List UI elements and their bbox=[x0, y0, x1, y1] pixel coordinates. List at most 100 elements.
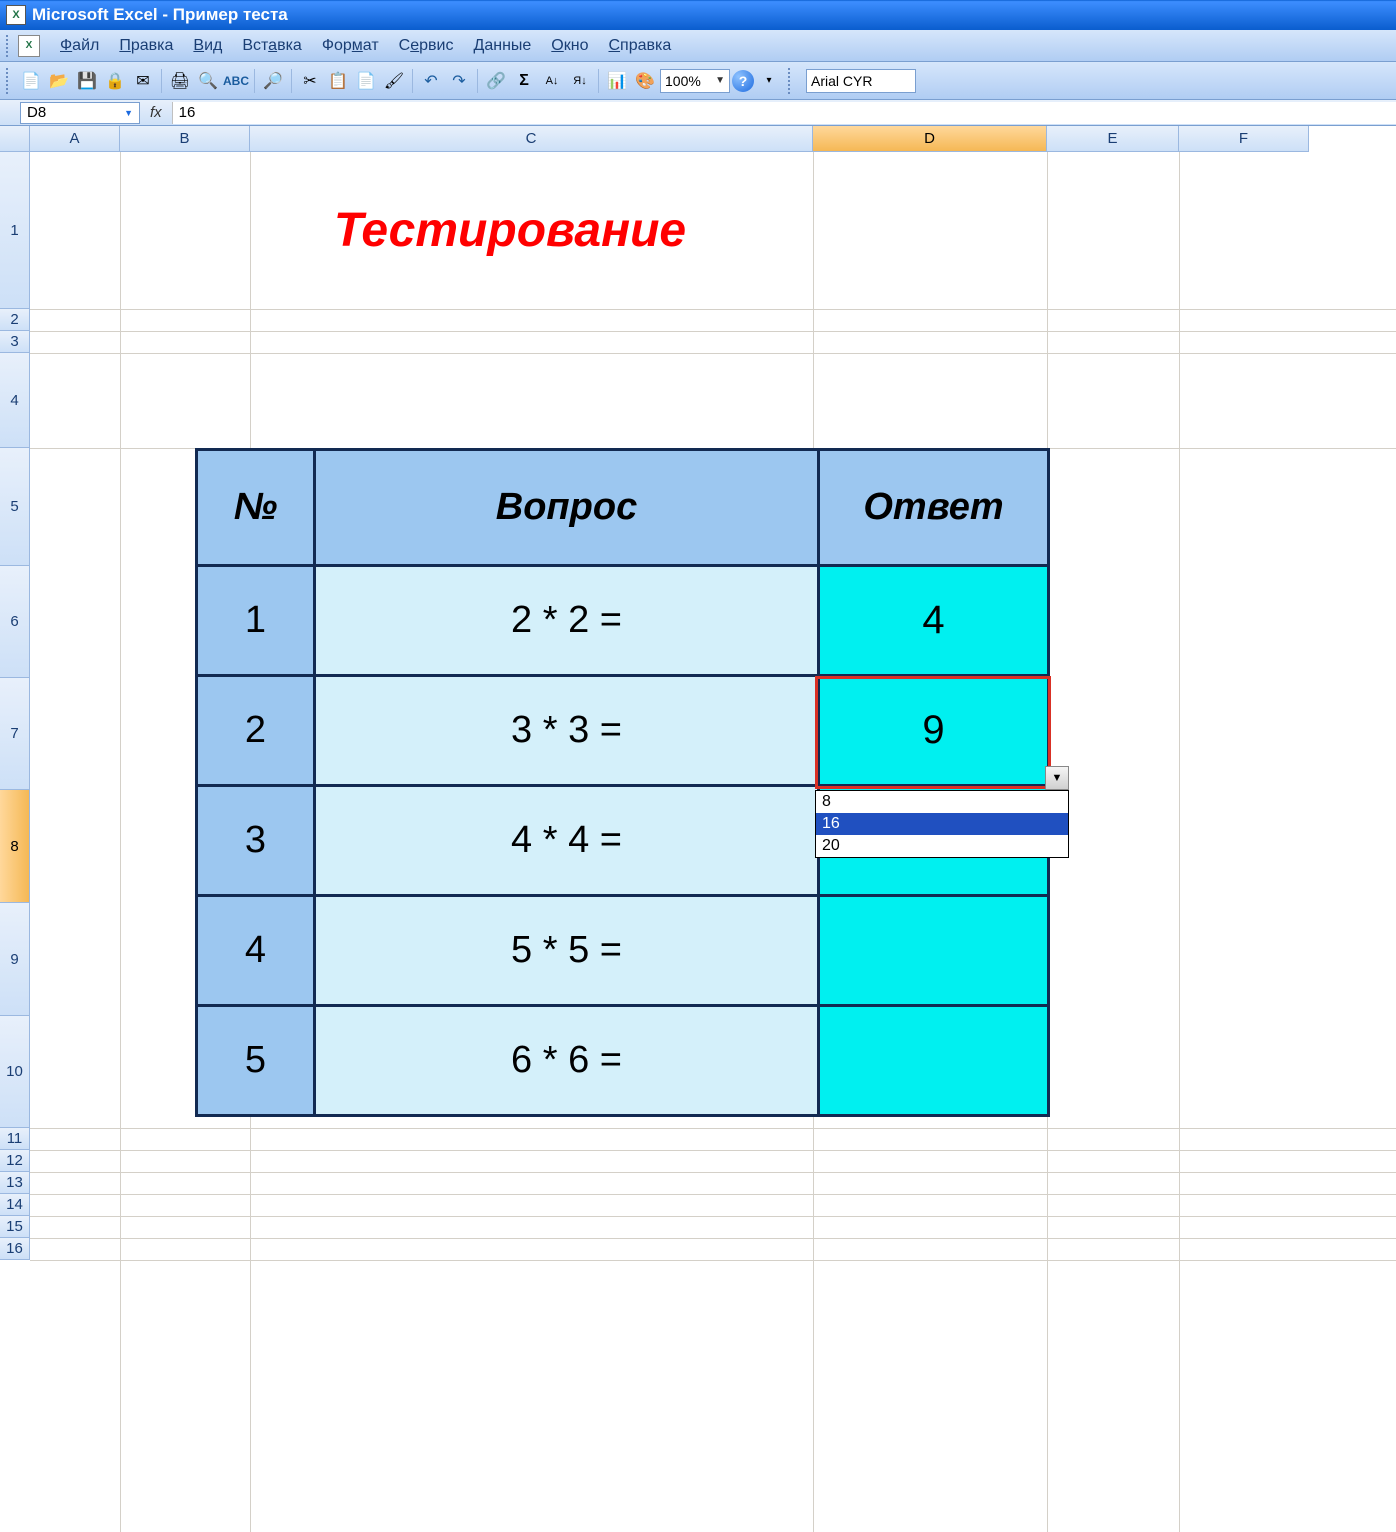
cell-answer[interactable]: 9 bbox=[819, 676, 1049, 786]
font-combo[interactable]: Arial CYR bbox=[806, 69, 916, 93]
row-header-16[interactable]: 16 bbox=[0, 1238, 30, 1260]
row-header-13[interactable]: 13 bbox=[0, 1172, 30, 1194]
menu-insert[interactable]: Вставка bbox=[232, 33, 311, 59]
row-header-2[interactable]: 2 bbox=[0, 309, 30, 331]
formula-value: 16 bbox=[179, 104, 196, 121]
open-button[interactable]: 📂 bbox=[46, 68, 72, 94]
dropdown-button[interactable]: ▼ bbox=[1045, 766, 1069, 790]
sheet-title: Тестирование bbox=[120, 152, 900, 309]
dropdown-option-highlighted[interactable]: 16 bbox=[816, 813, 1068, 835]
research-button[interactable]: 🔎 bbox=[260, 68, 286, 94]
copy-button[interactable]: 📋 bbox=[325, 68, 351, 94]
menu-data[interactable]: Данные bbox=[463, 33, 541, 59]
save-button[interactable]: 💾 bbox=[74, 68, 100, 94]
col-header-D[interactable]: D bbox=[813, 126, 1047, 152]
cell-question[interactable]: 2 * 2 = bbox=[315, 566, 819, 676]
sort-desc-button[interactable]: Я↓ bbox=[567, 68, 593, 94]
paste-button[interactable]: 📄 bbox=[353, 68, 379, 94]
undo-button[interactable]: ↶ bbox=[418, 68, 444, 94]
row-header-14[interactable]: 14 bbox=[0, 1194, 30, 1216]
cell-num[interactable]: 2 bbox=[197, 676, 315, 786]
menu-edit[interactable]: Правка bbox=[109, 33, 183, 59]
cell-reference: D8 bbox=[27, 104, 46, 121]
dropdown-option[interactable]: 20 bbox=[816, 835, 1068, 857]
row-header-7[interactable]: 7 bbox=[0, 678, 30, 790]
menu-file[interactable]: Файл bbox=[50, 33, 109, 59]
cell-answer[interactable] bbox=[819, 1006, 1049, 1116]
autosum-button[interactable]: Σ bbox=[511, 68, 537, 94]
help-button[interactable]: ? bbox=[732, 70, 754, 92]
separator-icon bbox=[598, 69, 599, 93]
print-button[interactable]: 🖨 bbox=[167, 68, 193, 94]
col-header-F[interactable]: F bbox=[1179, 126, 1309, 152]
cell-question[interactable]: 3 * 3 = bbox=[315, 676, 819, 786]
cell-answer[interactable] bbox=[819, 896, 1049, 1006]
sort-asc-button[interactable]: А↓ bbox=[539, 68, 565, 94]
print-preview-button[interactable]: 🔍 bbox=[195, 68, 221, 94]
column-headers: A B C D E F bbox=[30, 126, 1309, 152]
cell-question[interactable]: 5 * 5 = bbox=[315, 896, 819, 1006]
header-number: № bbox=[197, 450, 315, 566]
row-header-5[interactable]: 5 bbox=[0, 448, 30, 566]
fx-label[interactable]: fx bbox=[150, 104, 162, 121]
drawing-button[interactable]: 🎨 bbox=[632, 68, 658, 94]
cell-num[interactable]: 5 bbox=[197, 1006, 315, 1116]
row-header-4[interactable]: 4 bbox=[0, 353, 30, 448]
name-box[interactable]: D8 ▼ bbox=[20, 102, 140, 124]
row-header-15[interactable]: 15 bbox=[0, 1216, 30, 1238]
header-question: Вопрос bbox=[315, 450, 819, 566]
email-button[interactable]: ✉ bbox=[130, 68, 156, 94]
menu-format[interactable]: Формат bbox=[312, 33, 389, 59]
col-header-C[interactable]: C bbox=[250, 126, 813, 152]
cut-button[interactable]: ✂ bbox=[297, 68, 323, 94]
redo-button[interactable]: ↷ bbox=[446, 68, 472, 94]
col-header-A[interactable]: A bbox=[30, 126, 120, 152]
cell-question[interactable]: 6 * 6 = bbox=[315, 1006, 819, 1116]
chevron-down-icon: ▼ bbox=[715, 75, 725, 86]
cell-num[interactable]: 4 bbox=[197, 896, 315, 1006]
validation-dropdown-list[interactable]: 8 16 20 bbox=[815, 790, 1069, 858]
select-all-corner[interactable] bbox=[0, 126, 30, 152]
header-answer: Ответ bbox=[819, 450, 1049, 566]
new-doc-button[interactable]: 📄 bbox=[18, 68, 44, 94]
row-header-6[interactable]: 6 bbox=[0, 566, 30, 678]
col-header-E[interactable]: E bbox=[1047, 126, 1179, 152]
row-header-1[interactable]: 1 bbox=[0, 152, 30, 309]
menu-view[interactable]: Вид bbox=[183, 33, 232, 59]
col-header-B[interactable]: B bbox=[120, 126, 250, 152]
formula-input[interactable]: 16 bbox=[172, 102, 1396, 124]
row-header-10[interactable]: 10 bbox=[0, 1016, 30, 1128]
zoom-combo[interactable]: 100% ▼ bbox=[660, 69, 730, 93]
menubar-grip-icon bbox=[6, 35, 14, 57]
formula-bar: D8 ▼ fx 16 bbox=[0, 100, 1396, 126]
standard-toolbar: 📄 📂 💾 🔒 ✉ 🖨 🔍 ABC 🔎 ✂ 📋 📄 🖌 ↶ ↷ 🔗 Σ А↓ Я… bbox=[0, 62, 1396, 100]
separator-icon bbox=[412, 69, 413, 93]
chevron-down-icon: ▼ bbox=[124, 108, 133, 118]
toolbar-options-button[interactable]: ▾ bbox=[756, 68, 782, 94]
table-row: 4 5 * 5 = bbox=[197, 896, 1049, 1006]
excel-app-icon: X bbox=[6, 5, 26, 25]
cell-answer[interactable]: 4 bbox=[819, 566, 1049, 676]
cell-num[interactable]: 3 bbox=[197, 786, 315, 896]
menu-help[interactable]: Справка bbox=[598, 33, 681, 59]
row-header-11[interactable]: 11 bbox=[0, 1128, 30, 1150]
row-header-3[interactable]: 3 bbox=[0, 331, 30, 353]
dropdown-option[interactable]: 8 bbox=[816, 791, 1068, 813]
separator-icon bbox=[161, 69, 162, 93]
row-header-9[interactable]: 9 bbox=[0, 903, 30, 1016]
menu-window[interactable]: Окно bbox=[541, 33, 598, 59]
quiz-table: № Вопрос Ответ 1 2 * 2 = 4 2 3 * 3 = 9 3… bbox=[195, 448, 1050, 1117]
table-row: 5 6 * 6 = bbox=[197, 1006, 1049, 1116]
chart-wizard-button[interactable]: 📊 bbox=[604, 68, 630, 94]
hyperlink-button[interactable]: 🔗 bbox=[483, 68, 509, 94]
cell-num[interactable]: 1 bbox=[197, 566, 315, 676]
format-painter-button[interactable]: 🖌 bbox=[381, 68, 407, 94]
row-header-8[interactable]: 8 bbox=[0, 790, 30, 903]
title-bar: X Microsoft Excel - Пример теста bbox=[0, 0, 1396, 30]
row-header-12[interactable]: 12 bbox=[0, 1150, 30, 1172]
permission-button[interactable]: 🔒 bbox=[102, 68, 128, 94]
menu-tools[interactable]: Сервис bbox=[389, 33, 464, 59]
worksheet-cells[interactable]: Тестирование № Вопрос Ответ 1 2 * 2 = 4 … bbox=[30, 152, 1396, 1532]
cell-question[interactable]: 4 * 4 = bbox=[315, 786, 819, 896]
spellcheck-button[interactable]: ABC bbox=[223, 68, 249, 94]
